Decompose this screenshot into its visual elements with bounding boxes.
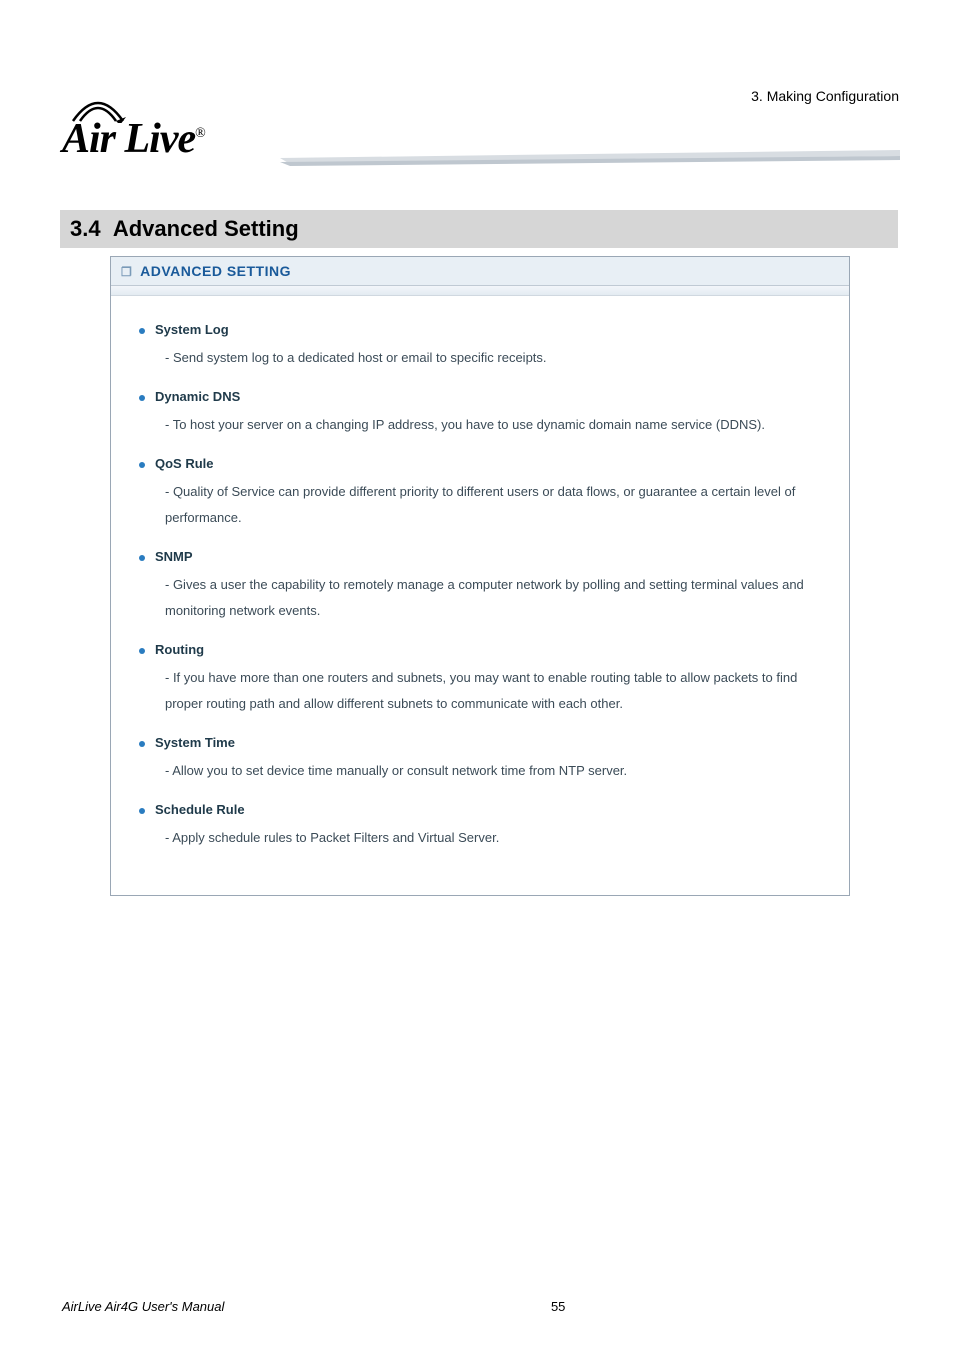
page-header: 3. Making Configuration Air Live® <box>0 0 954 180</box>
item-routing: Routing - If you have more than one rout… <box>137 642 823 717</box>
logo-text: Air Live® <box>62 116 205 162</box>
item-desc: - If you have more than one routers and … <box>165 665 823 717</box>
chapter-label: 3. Making Configuration <box>751 88 899 104</box>
panel-body: System Log - Send system log to a dedica… <box>111 296 849 895</box>
section-title: Advanced Setting <box>113 216 299 241</box>
item-desc: - Send system log to a dedicated host or… <box>165 345 823 371</box>
item-system-time: System Time - Allow you to set device ti… <box>137 735 823 784</box>
item-desc: - Gives a user the capability to remotel… <box>165 572 823 624</box>
bullet-icon <box>139 741 145 747</box>
item-title[interactable]: Routing <box>137 642 823 657</box>
item-title[interactable]: Dynamic DNS <box>137 389 823 404</box>
item-desc: - Quality of Service can provide differe… <box>165 479 823 531</box>
panel-title: ADVANCED SETTING <box>140 263 291 279</box>
bullet-icon <box>139 555 145 561</box>
bullet-icon <box>139 648 145 654</box>
footer-manual-name: AirLive Air4G User's Manual <box>62 1299 224 1314</box>
logo: Air Live® <box>62 95 282 163</box>
item-title[interactable]: System Time <box>137 735 823 750</box>
bullet-icon <box>139 328 145 334</box>
panel-header: ❐ ADVANCED SETTING <box>111 257 849 286</box>
item-title[interactable]: QoS Rule <box>137 456 823 471</box>
item-schedule-rule: Schedule Rule - Apply schedule rules to … <box>137 802 823 851</box>
bullet-icon <box>139 808 145 814</box>
item-title[interactable]: SNMP <box>137 549 823 564</box>
panel-divider <box>111 286 849 296</box>
item-title[interactable]: System Log <box>137 322 823 337</box>
item-system-log: System Log - Send system log to a dedica… <box>137 322 823 371</box>
item-desc: - Apply schedule rules to Packet Filters… <box>165 825 823 851</box>
bullet-icon <box>139 462 145 468</box>
item-dynamic-dns: Dynamic DNS - To host your server on a c… <box>137 389 823 438</box>
section-heading: 3.4 Advanced Setting <box>70 216 299 241</box>
item-desc: - To host your server on a changing IP a… <box>165 412 823 438</box>
item-qos-rule: QoS Rule - Quality of Service can provid… <box>137 456 823 531</box>
item-desc: - Allow you to set device time manually … <box>165 758 823 784</box>
page-footer: AirLive Air4G User's Manual 55 <box>62 1299 892 1314</box>
section-heading-bar: 3.4 Advanced Setting <box>60 210 898 248</box>
advanced-setting-panel: ❐ ADVANCED SETTING System Log - Send sys… <box>110 256 850 896</box>
item-snmp: SNMP - Gives a user the capability to re… <box>137 549 823 624</box>
item-title[interactable]: Schedule Rule <box>137 802 823 817</box>
section-number: 3.4 <box>70 216 101 241</box>
header-divider-line <box>280 150 900 168</box>
bullet-icon <box>139 395 145 401</box>
folder-icon: ❐ <box>121 265 132 279</box>
